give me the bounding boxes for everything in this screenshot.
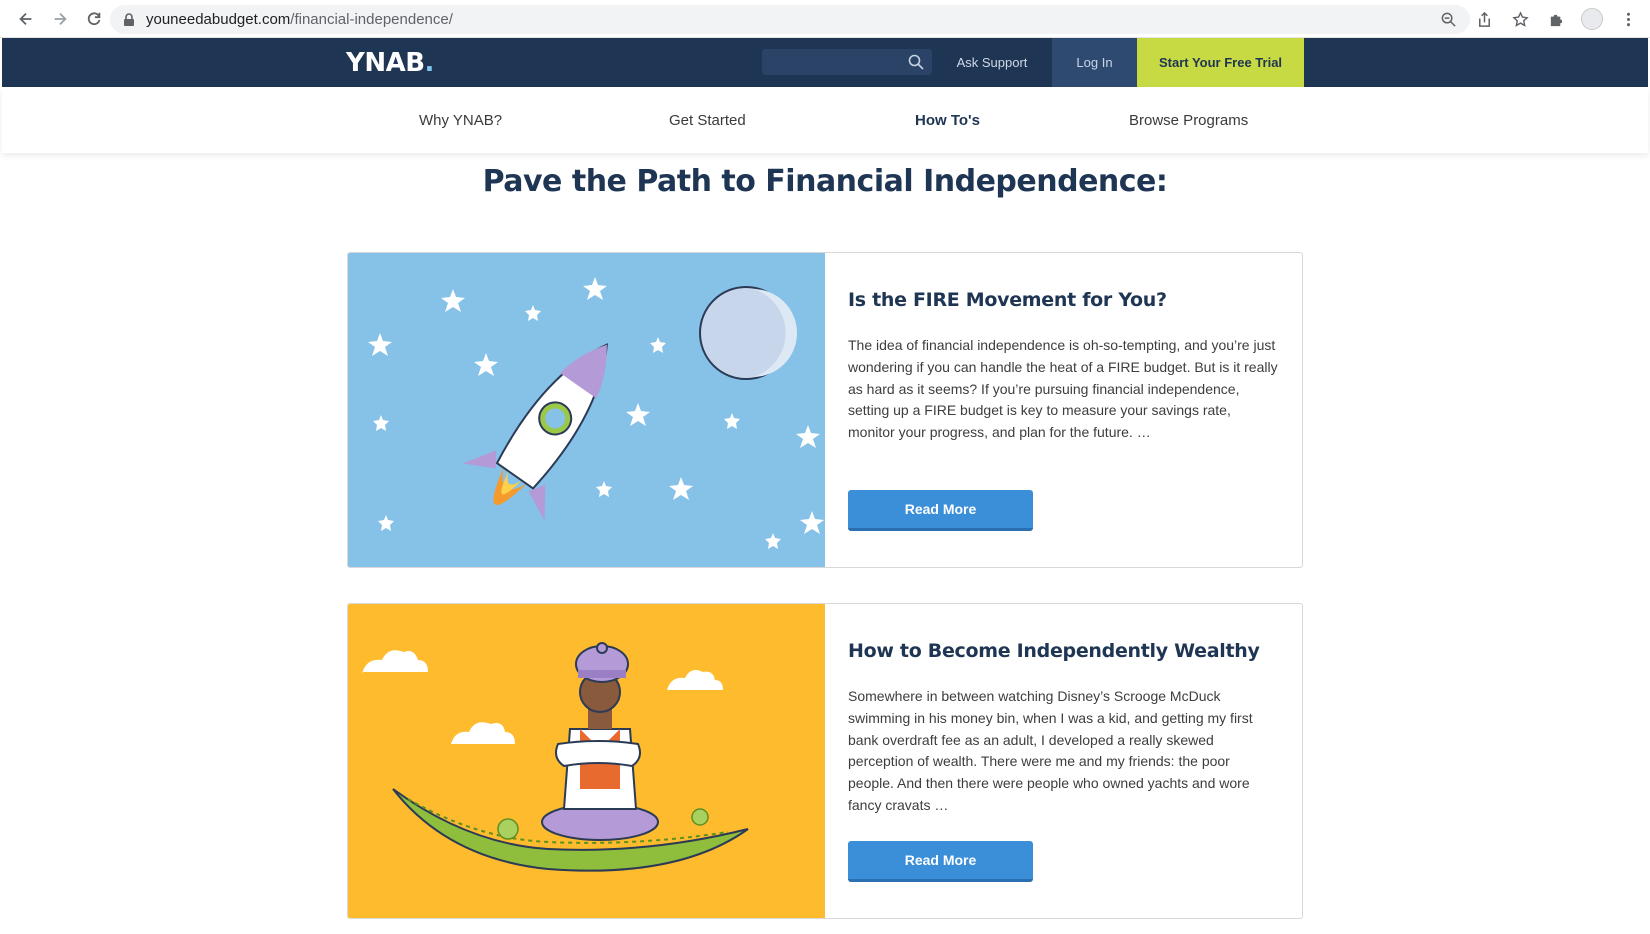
puzzle-icon <box>1550 14 1562 26</box>
address-bar[interactable]: youneedabudget.com/financial-independenc… <box>110 5 1470 34</box>
share-icon <box>1478 11 1490 27</box>
read-more-button[interactable]: Read More <box>848 490 1033 531</box>
nav-get-started[interactable]: Get Started <box>669 87 746 153</box>
article-card: How to Become Independently Wealthy Some… <box>347 603 1303 919</box>
search-icon <box>908 54 924 70</box>
forward-button[interactable] <box>46 5 74 33</box>
nav-how-tos[interactable]: How To's <box>915 87 980 153</box>
profile-button[interactable] <box>1578 5 1606 33</box>
url-host: youneedabudget.com <box>146 11 291 28</box>
read-more-button[interactable]: Read More <box>848 841 1033 882</box>
carpet-image <box>348 604 825 918</box>
logo-dot: . <box>424 48 435 78</box>
browser-toolbar: youneedabudget.com/financial-independenc… <box>0 0 1650 38</box>
menu-button[interactable] <box>1614 5 1642 33</box>
back-arrow-icon <box>19 12 32 25</box>
card-title[interactable]: How to Become Independently Wealthy <box>848 640 1278 662</box>
card-excerpt: The idea of financial independence is oh… <box>848 337 1278 441</box>
logo-text: YNAB <box>346 48 425 78</box>
browser-actions <box>1434 5 1642 33</box>
reload-icon <box>87 11 101 25</box>
star-icon <box>1511 10 1529 27</box>
zoom-out-icon <box>1441 12 1456 27</box>
card-body: Is the FIRE Movement for You? The idea o… <box>848 289 1278 444</box>
rocket-image <box>348 253 825 567</box>
extensions-button[interactable] <box>1542 5 1570 33</box>
card-body: How to Become Independently Wealthy Some… <box>848 640 1278 817</box>
card-title[interactable]: Is the FIRE Movement for You? <box>848 289 1278 311</box>
nav-why-ynab[interactable]: Why YNAB? <box>419 87 502 153</box>
nav-browse-programs[interactable]: Browse Programs <box>1129 87 1248 153</box>
zoom-button[interactable] <box>1434 5 1462 33</box>
share-button[interactable] <box>1470 5 1498 33</box>
money-carpet-illustration[interactable] <box>348 604 825 918</box>
back-button[interactable] <box>12 5 40 33</box>
site-header: YNAB. Ask Support Log In Start Your Free… <box>2 38 1648 87</box>
card-excerpt: Somewhere in between watching Disney’s S… <box>848 688 1253 813</box>
search-input[interactable] <box>762 49 932 75</box>
url-path: /financial-independence/ <box>290 11 453 28</box>
kebab-menu-icon <box>1626 12 1630 26</box>
bookmark-button[interactable] <box>1506 5 1534 33</box>
sub-navigation: Why YNAB? Get Started How To's Browse Pr… <box>2 87 1648 153</box>
reload-button[interactable] <box>80 5 108 33</box>
login-button[interactable]: Log In <box>1052 38 1137 87</box>
lock-icon <box>124 12 134 26</box>
forward-arrow-icon <box>54 12 67 25</box>
rocket-illustration[interactable] <box>348 253 825 567</box>
ask-support-link[interactable]: Ask Support <box>942 38 1042 87</box>
free-trial-button[interactable]: Start Your Free Trial <box>1137 38 1304 87</box>
ynab-logo[interactable]: YNAB. <box>346 48 434 78</box>
page-title: Pave the Path to Financial Independence: <box>482 164 1168 199</box>
avatar <box>1581 8 1603 30</box>
article-card: Is the FIRE Movement for You? The idea o… <box>347 252 1303 568</box>
